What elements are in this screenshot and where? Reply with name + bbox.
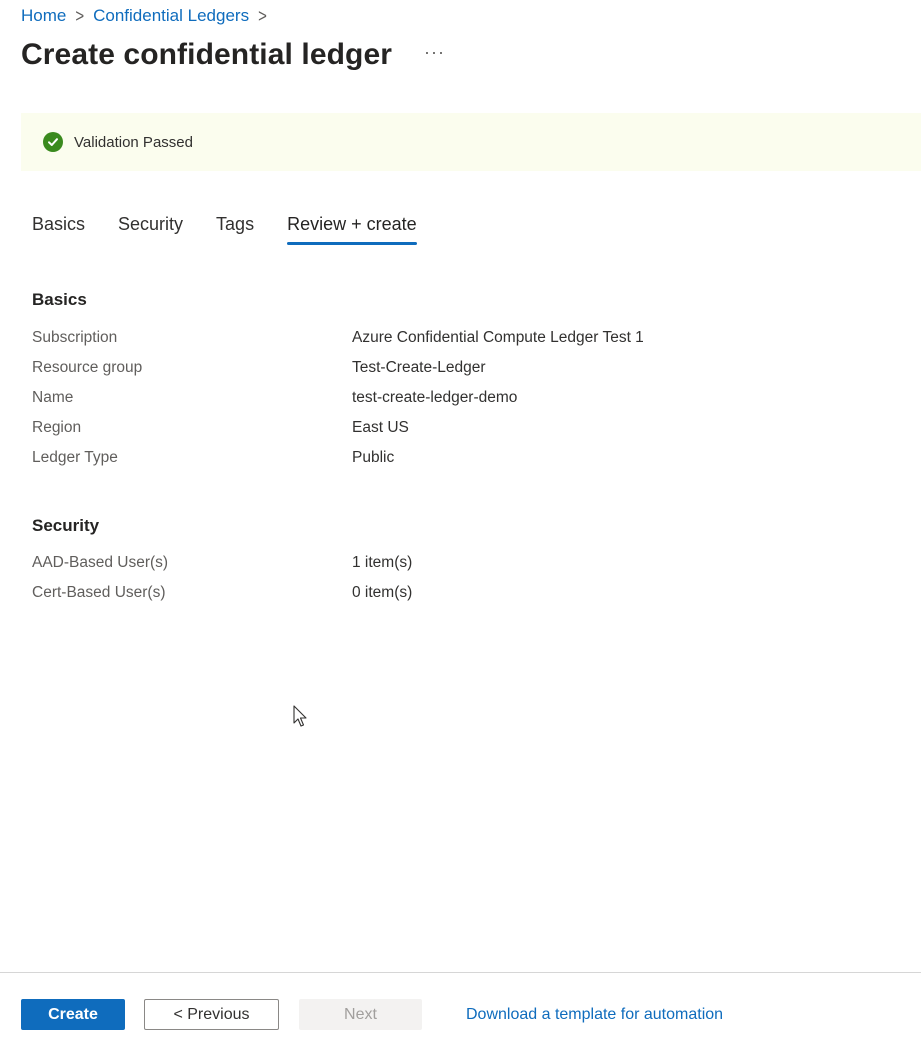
wizard-footer: Create < Previous Next Download a templa… [21, 999, 723, 1030]
previous-button[interactable]: < Previous [144, 999, 279, 1030]
more-options-button[interactable]: ··· [424, 42, 445, 69]
summary-row-name: Name test-create-ledger-demo [32, 389, 912, 409]
download-template-link[interactable]: Download a template for automation [466, 1006, 723, 1024]
summary-label: AAD-Based User(s) [32, 554, 169, 571]
summary-value: Azure Confidential Compute Ledger Test 1 [352, 329, 644, 346]
mouse-pointer-icon [293, 705, 307, 727]
title-row: Create confidential ledger ··· [21, 38, 445, 72]
checkmark-icon [48, 138, 58, 146]
summary-value: Public [352, 449, 395, 466]
breadcrumb-home-link[interactable]: Home [21, 6, 66, 26]
summary-row-resource-group: Resource group Test-Create-Ledger [32, 359, 912, 379]
validation-banner: Validation Passed [21, 113, 921, 171]
breadcrumb-confidential-ledgers-link[interactable]: Confidential Ledgers [93, 6, 249, 26]
tab-review-create[interactable]: Review + create [287, 214, 417, 245]
summary-row-ledger-type: Ledger Type Public [32, 449, 912, 469]
tab-basics[interactable]: Basics [32, 214, 85, 243]
check-circle-icon [43, 132, 63, 152]
summary-value: test-create-ledger-demo [352, 389, 518, 406]
validation-message: Validation Passed [74, 133, 193, 151]
chevron-right-icon: > [75, 5, 85, 27]
chevron-right-icon: > [258, 5, 267, 27]
next-button: Next [299, 999, 422, 1030]
create-button[interactable]: Create [21, 999, 125, 1030]
basics-heading: Basics [32, 290, 87, 309]
security-heading: Security [32, 516, 100, 535]
summary-value: East US [352, 419, 409, 436]
wizard-tabs: Basics Security Tags Review + create [32, 214, 450, 245]
summary-row-subscription: Subscription Azure Confidential Compute … [32, 329, 912, 349]
summary-label: Resource group [32, 359, 143, 376]
page-title: Create confidential ledger [21, 38, 393, 71]
summary-row-cert-users: Cert-Based User(s) 0 item(s) [32, 584, 912, 604]
footer-divider [0, 972, 921, 973]
breadcrumb: Home > Confidential Ledgers > [21, 5, 276, 27]
tab-tags[interactable]: Tags [216, 214, 254, 243]
summary-value: 1 item(s) [352, 554, 413, 571]
summary-row-aad-users: AAD-Based User(s) 1 item(s) [32, 554, 912, 574]
summary-label: Region [32, 419, 82, 436]
create-ledger-page: Home > Confidential Ledgers > Create con… [0, 0, 921, 1052]
summary-value: 0 item(s) [352, 584, 413, 601]
summary-row-region: Region East US [32, 419, 912, 439]
summary-label: Name [32, 389, 74, 406]
summary-value: Test-Create-Ledger [352, 359, 486, 376]
summary-label: Subscription [32, 329, 118, 346]
summary-label: Ledger Type [32, 449, 118, 466]
summary-label: Cert-Based User(s) [32, 584, 166, 601]
tab-security[interactable]: Security [118, 214, 183, 243]
